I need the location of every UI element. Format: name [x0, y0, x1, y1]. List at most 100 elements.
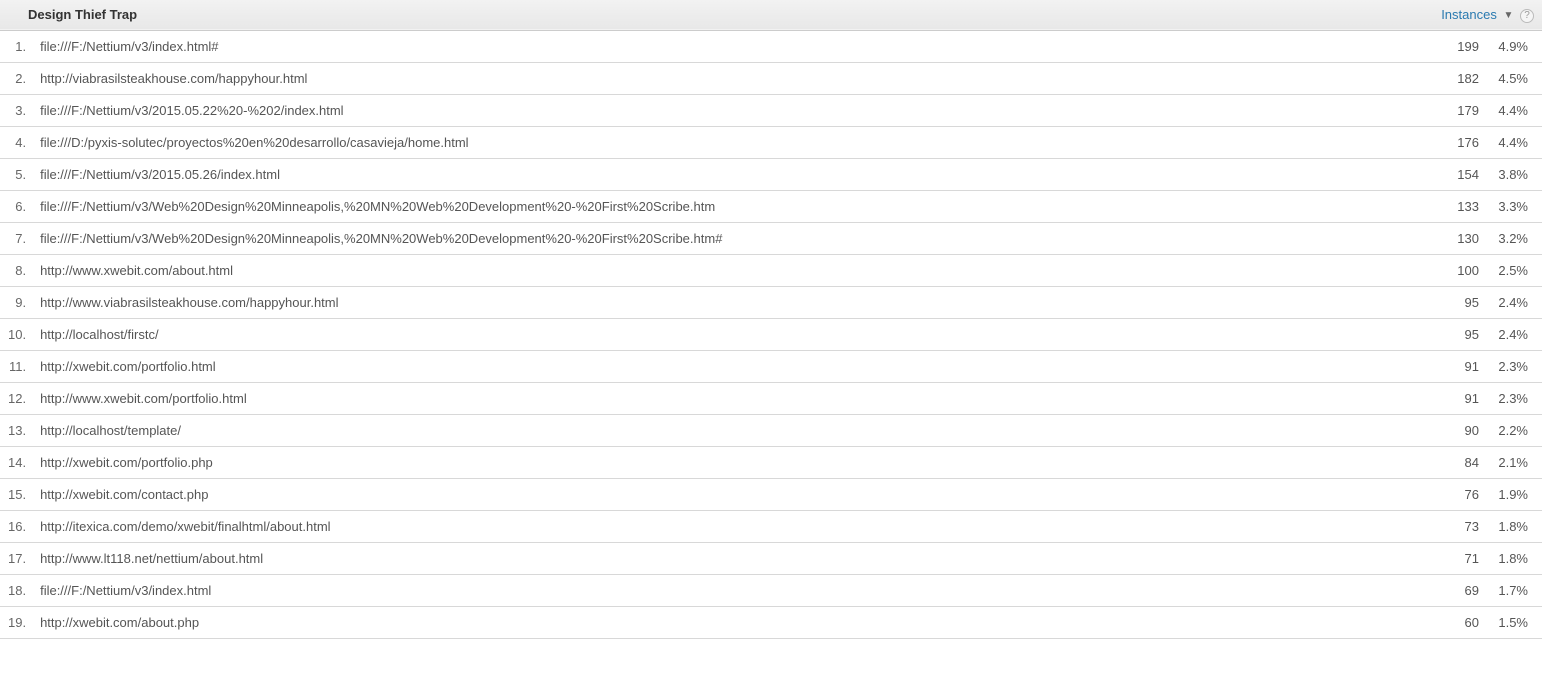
- instances-cell: 91: [1407, 350, 1487, 382]
- url-link[interactable]: http://xwebit.com/about.php: [40, 615, 199, 630]
- rank-cell: 11.: [0, 350, 32, 382]
- url-link[interactable]: http://www.viabrasilsteakhouse.com/happy…: [40, 295, 338, 310]
- rank-cell: 7.: [0, 222, 32, 254]
- instances-cell: 69: [1407, 574, 1487, 606]
- instances-cell: 130: [1407, 222, 1487, 254]
- url-link[interactable]: file:///F:/Nettium/v3/index.html: [40, 583, 211, 598]
- url-link[interactable]: file:///F:/Nettium/v3/2015.05.22%20-%202…: [40, 103, 344, 118]
- url-cell: file:///D:/pyxis-solutec/proyectos%20en%…: [32, 126, 1407, 158]
- url-link[interactable]: http://xwebit.com/portfolio.php: [40, 455, 213, 470]
- table-row[interactable]: 10.http://localhost/firstc/952.4%: [0, 318, 1542, 350]
- url-cell: http://viabrasilsteakhouse.com/happyhour…: [32, 62, 1407, 94]
- sort-desc-icon[interactable]: ▼: [1503, 10, 1513, 21]
- url-cell: file:///F:/Nettium/v3/index.html#: [32, 30, 1407, 62]
- rank-cell: 17.: [0, 542, 32, 574]
- instances-cell: 199: [1407, 30, 1487, 62]
- url-cell: http://xwebit.com/portfolio.php: [32, 446, 1407, 478]
- rank-cell: 10.: [0, 318, 32, 350]
- report-title: Design Thief Trap: [28, 7, 137, 22]
- url-link[interactable]: http://xwebit.com/portfolio.html: [40, 359, 216, 374]
- instances-header[interactable]: Instances ▼ ?: [1407, 0, 1542, 30]
- table-row[interactable]: 19.http://xwebit.com/about.php601.5%: [0, 606, 1542, 638]
- title-header: Design Thief Trap: [0, 0, 1407, 30]
- percent-cell: 2.3%: [1487, 350, 1542, 382]
- table-row[interactable]: 11. http://xwebit.com/portfolio.html 912.3…: [0, 350, 1542, 382]
- instances-cell: 179: [1407, 94, 1487, 126]
- table-row[interactable]: 14.http://xwebit.com/portfolio.php842.1%: [0, 446, 1542, 478]
- url-cell: file:///F:/Nettium/v3/index.html: [32, 574, 1407, 606]
- instances-cell: 133: [1407, 190, 1487, 222]
- table-row[interactable]: 8.http://www.xwebit.com/about.html1002.5…: [0, 254, 1542, 286]
- instances-cell: 176: [1407, 126, 1487, 158]
- table-row[interactable]: 4. file:///D:/pyxis-solutec/proyectos%20e…: [0, 126, 1542, 158]
- table-row[interactable]: 5.file:///F:/Nettium/v3/2015.05.26/index…: [0, 158, 1542, 190]
- url-link[interactable]: http://localhost/template/: [40, 423, 181, 438]
- url-cell: file:///F:/Nettium/v3/2015.05.26/index.h…: [32, 158, 1407, 190]
- url-cell: http://www.xwebit.com/portfolio.html: [32, 382, 1407, 414]
- table-row[interactable]: 6. file:///F:/Nettium/v3/Web%20Design%20M…: [0, 190, 1542, 222]
- rank-cell: 12.: [0, 382, 32, 414]
- rank-cell: 2.: [0, 62, 32, 94]
- help-icon[interactable]: ?: [1520, 9, 1534, 23]
- table-row[interactable]: 3. file:///F:/Nettium/v3/2015.05.22%20-%2…: [0, 94, 1542, 126]
- instances-cell: 95: [1407, 318, 1487, 350]
- instances-cell: 76: [1407, 478, 1487, 510]
- instances-cell: 90: [1407, 414, 1487, 446]
- table-row[interactable]: 18. file:///F:/Nettium/v3/index.html 691.7…: [0, 574, 1542, 606]
- percent-cell: 3.8%: [1487, 158, 1542, 190]
- instances-label[interactable]: Instances: [1441, 7, 1497, 22]
- table-row[interactable]: 16.http://itexica.com/demo/xwebit/finalh…: [0, 510, 1542, 542]
- url-link[interactable]: http://localhost/firstc/: [40, 327, 159, 342]
- instances-cell: 71: [1407, 542, 1487, 574]
- percent-cell: 1.7%: [1487, 574, 1542, 606]
- percent-cell: 3.3%: [1487, 190, 1542, 222]
- url-link[interactable]: http://viabrasilsteakhouse.com/happyhour…: [40, 71, 307, 86]
- rank-cell: 6.: [0, 190, 32, 222]
- rank-cell: 3.: [0, 94, 32, 126]
- instances-cell: 182: [1407, 62, 1487, 94]
- url-link[interactable]: http://itexica.com/demo/xwebit/finalhtml…: [40, 519, 330, 534]
- table-row[interactable]: 1.file:///F:/Nettium/v3/index.html#1994.…: [0, 30, 1542, 62]
- url-cell: http://www.lt118.net/nettium/about.html: [32, 542, 1407, 574]
- table-header-row: Design Thief Trap Instances ▼ ?: [0, 0, 1542, 30]
- rank-cell: 18.: [0, 574, 32, 606]
- table-row[interactable]: 17. http://www.lt118.net/nettium/about.ht…: [0, 542, 1542, 574]
- url-link[interactable]: http://www.lt118.net/nettium/about.html: [40, 551, 263, 566]
- url-link[interactable]: file:///F:/Nettium/v3/2015.05.26/index.h…: [40, 167, 280, 182]
- url-cell: file:///F:/Nettium/v3/2015.05.22%20-%202…: [32, 94, 1407, 126]
- table-row[interactable]: 13. http://localhost/template/902.2%: [0, 414, 1542, 446]
- table-row[interactable]: 15. http://xwebit.com/contact.php 761.9%: [0, 478, 1542, 510]
- url-link[interactable]: file:///F:/Nettium/v3/Web%20Design%20Min…: [40, 199, 715, 214]
- url-link[interactable]: file:///F:/Nettium/v3/Web%20Design%20Min…: [40, 231, 722, 246]
- table-row[interactable]: 9. http://www.viabrasilsteakhouse.com/hap…: [0, 286, 1542, 318]
- percent-cell: 2.1%: [1487, 446, 1542, 478]
- instances-cell: 84: [1407, 446, 1487, 478]
- url-cell: http://xwebit.com/about.php: [32, 606, 1407, 638]
- rank-cell: 13.: [0, 414, 32, 446]
- table-row[interactable]: 7. file:///F:/Nettium/v3/Web%20Design%20M…: [0, 222, 1542, 254]
- url-link[interactable]: file:///F:/Nettium/v3/index.html#: [40, 39, 218, 54]
- url-link[interactable]: file:///D:/pyxis-solutec/proyectos%20en%…: [40, 135, 468, 150]
- rank-cell: 9.: [0, 286, 32, 318]
- instances-cell: 91: [1407, 382, 1487, 414]
- table-row[interactable]: 2. http://viabrasilsteakhouse.com/happyho…: [0, 62, 1542, 94]
- url-cell: http://localhost/firstc/: [32, 318, 1407, 350]
- url-cell: file:///F:/Nettium/v3/Web%20Design%20Min…: [32, 190, 1407, 222]
- url-cell: file:///F:/Nettium/v3/Web%20Design%20Min…: [32, 222, 1407, 254]
- url-link[interactable]: http://xwebit.com/contact.php: [40, 487, 208, 502]
- url-link[interactable]: http://www.xwebit.com/about.html: [40, 263, 233, 278]
- percent-cell: 1.8%: [1487, 510, 1542, 542]
- url-cell: http://xwebit.com/contact.php: [32, 478, 1407, 510]
- rank-cell: 1.: [0, 30, 32, 62]
- percent-cell: 4.4%: [1487, 94, 1542, 126]
- rank-cell: 4.: [0, 126, 32, 158]
- url-cell: http://localhost/template/: [32, 414, 1407, 446]
- url-cell: http://www.viabrasilsteakhouse.com/happy…: [32, 286, 1407, 318]
- percent-cell: 2.2%: [1487, 414, 1542, 446]
- url-cell: http://itexica.com/demo/xwebit/finalhtml…: [32, 510, 1407, 542]
- rank-cell: 15.: [0, 478, 32, 510]
- url-link[interactable]: http://www.xwebit.com/portfolio.html: [40, 391, 247, 406]
- percent-cell: 1.9%: [1487, 478, 1542, 510]
- percent-cell: 4.5%: [1487, 62, 1542, 94]
- table-row[interactable]: 12. http://www.xwebit.com/portfolio.html 9…: [0, 382, 1542, 414]
